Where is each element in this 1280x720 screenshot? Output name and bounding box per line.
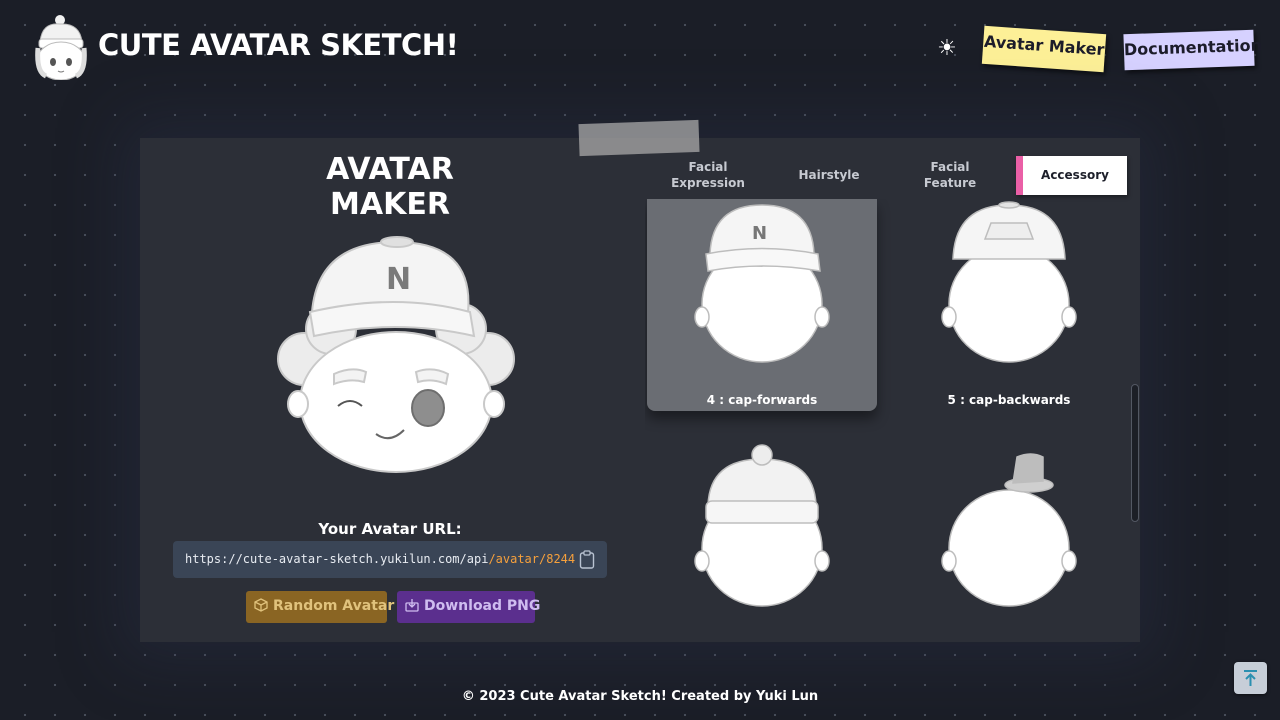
back-to-top-button[interactable] — [1234, 662, 1267, 694]
option-card-cap-forwards[interactable]: N 4 : cap-forwards — [647, 199, 877, 411]
option-label: 4 : cap-forwards — [706, 393, 818, 407]
cap-backwards-thumbnail — [941, 201, 1077, 363]
avatar-url-label: Your Avatar URL: — [318, 520, 462, 538]
tab-accessory[interactable]: Accessory — [1016, 156, 1127, 195]
beanie-thumbnail — [694, 444, 830, 607]
cube-icon — [254, 598, 268, 612]
footer-credit: © 2023 Cute Avatar Sketch! Created by Yu… — [461, 689, 819, 704]
site-title[interactable]: CUTE AVATAR SKETCH! — [98, 28, 459, 62]
svg-text:N: N — [752, 223, 767, 244]
tab-facial-expression[interactable]: Facial Expression — [657, 156, 759, 196]
nav-documentation[interactable]: Documentation — [1123, 29, 1262, 71]
option-card-beanie[interactable] — [647, 443, 877, 642]
tab-facial-expression-line1: Facial — [688, 160, 728, 174]
tape-decoration — [578, 119, 700, 157]
avatar-url-field[interactable]: https://cute-avatar-sketch.yukilun.com/a… — [173, 541, 607, 578]
avatar-maker-panel: AVATAR MAKER N Your Avatar URL: https://… — [140, 138, 1140, 642]
arrow-up-to-line-icon — [1244, 670, 1257, 686]
avatar-url-base: https://cute-avatar-sketch.yukilun.com/a… — [185, 552, 489, 566]
random-avatar-label: Random Avatar — [273, 598, 395, 614]
maker-title: AVATAR MAKER — [326, 152, 454, 222]
tab-facial-expression-line2: Expression — [671, 176, 745, 190]
download-png-button[interactable]: Download PNG — [397, 591, 540, 623]
header: CUTE AVATAR SKETCH! ☀ Avatar Maker Docum… — [0, 0, 1280, 100]
tab-hairstyle[interactable]: Hairstyle — [779, 156, 879, 196]
cap-forwards-thumbnail: N — [694, 204, 830, 363]
avatar-url-path: /avatar/8244 — [488, 552, 576, 566]
category-tabs: Facial Expression Hairstyle Facial Featu… — [647, 156, 1127, 196]
random-avatar-button[interactable]: Random Avatar — [246, 591, 394, 623]
sun-icon[interactable]: ☀ — [934, 36, 960, 62]
tab-facial-feature-line1: Facial — [930, 160, 970, 174]
download-png-label: Download PNG — [424, 598, 541, 614]
option-card-top-hat[interactable] — [894, 443, 1124, 642]
avatar-logo-icon[interactable] — [34, 14, 88, 80]
option-label: 5 : cap-backwards — [947, 393, 1071, 407]
options-scrollbar[interactable] — [1131, 384, 1139, 522]
avatar-preview: N — [277, 236, 515, 473]
accessory-options-grid: N 4 : cap-forwards 5 : cap-backwards — [645, 199, 1133, 642]
tab-facial-feature[interactable]: Facial Feature — [899, 156, 1001, 196]
option-card-cap-backwards[interactable]: 5 : cap-backwards — [894, 199, 1124, 411]
nav-avatar-maker[interactable]: Avatar Maker — [981, 25, 1107, 73]
top-hat-thumbnail — [941, 453, 1077, 607]
clipboard-icon[interactable] — [579, 550, 595, 569]
svg-text:N: N — [386, 262, 411, 297]
tab-facial-feature-line2: Feature — [923, 176, 977, 190]
download-icon — [405, 599, 419, 612]
